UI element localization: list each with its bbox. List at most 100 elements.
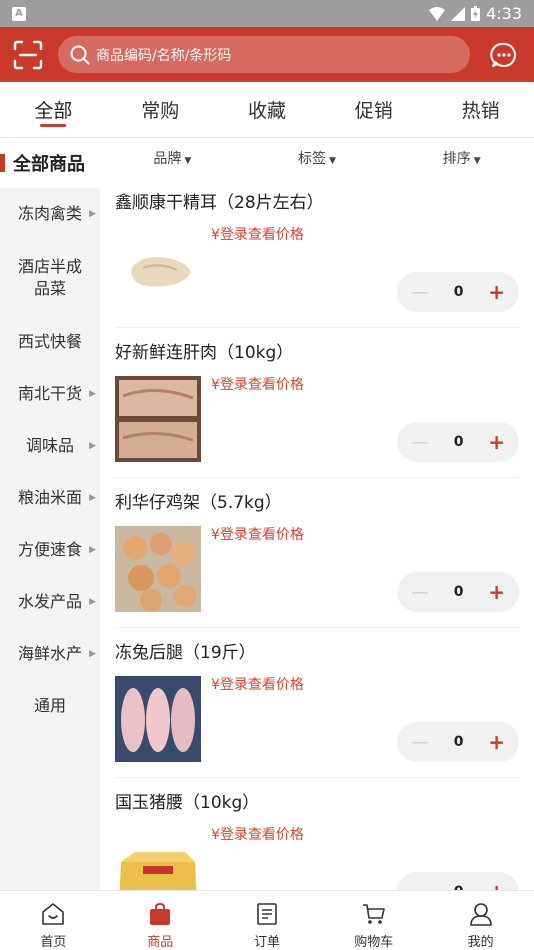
nav-cart[interactable]: 购物车 [320, 891, 427, 950]
quantity-value: 0 [453, 434, 464, 450]
quantity-stepper: — 0 + [397, 272, 519, 312]
decrease-button[interactable]: — [411, 432, 429, 453]
chevron-right-icon: ▶ [89, 441, 96, 451]
sidebar-item-label: 调味品 [25, 436, 74, 455]
bag-icon [150, 902, 171, 925]
caret-down-icon: ▼ [473, 156, 481, 166]
cart-icon [362, 904, 385, 924]
nav-products[interactable]: 商品 [107, 891, 214, 950]
decrease-button[interactable]: — [411, 732, 429, 753]
sidebar-title[interactable]: 全部商品 [0, 138, 100, 188]
product-name: 好新鲜连肝肉（10kg） [115, 343, 294, 363]
increase-button[interactable]: + [488, 430, 505, 454]
quantity-stepper: — 0 + [397, 722, 519, 762]
decrease-button[interactable]: — [411, 282, 429, 303]
quantity-stepper: — 0 + [397, 422, 519, 462]
tag-filter[interactable]: 标签 ▼ [245, 148, 390, 168]
product-price: ¥登录查看价格 [211, 227, 304, 243]
nav-label: 购物车 [354, 935, 394, 950]
nav-label: 订单 [253, 935, 280, 950]
tab-hot[interactable]: 热销 [427, 82, 534, 137]
sort-filter[interactable]: 排序 ▼ [389, 148, 534, 168]
wifi-icon [429, 6, 446, 21]
quantity-value: 0 [453, 734, 464, 750]
tab-promotion[interactable]: 促销 [320, 82, 427, 137]
signal-icon [451, 6, 466, 21]
product-name: 鑫顺康干精耳（28片左右） [115, 193, 324, 213]
nav-profile[interactable]: 我的 [427, 891, 534, 950]
category-tabs: 全部 常购 收藏 促销 热销 [0, 82, 534, 138]
chevron-right-icon: ▶ [89, 597, 96, 607]
product-price: ¥登录查看价格 [211, 677, 304, 693]
search-icon [70, 45, 90, 64]
sidebar-item-label: 酒店半成品菜 [17, 257, 82, 298]
scan-icon[interactable] [12, 39, 44, 71]
brand-filter[interactable]: 品牌 ▼ [100, 148, 245, 168]
decrease-button[interactable]: — [411, 582, 429, 603]
nav-home[interactable]: 首页 [0, 891, 107, 950]
tab-all[interactable]: 全部 [0, 82, 107, 137]
sidebar-item-soaked-products[interactable]: 水发产品 ▶ [0, 576, 100, 628]
product-image [115, 376, 201, 462]
sidebar-item-instant-food[interactable]: 方便速食 ▶ [0, 524, 100, 576]
nav-label: 首页 [40, 935, 67, 950]
chevron-right-icon: ▶ [89, 389, 96, 399]
sidebar-item-label: 通用 [33, 696, 66, 715]
sidebar-item-seasoning[interactable]: 调味品 ▶ [0, 420, 100, 472]
increase-button[interactable]: + [488, 280, 505, 304]
message-icon[interactable] [490, 41, 518, 69]
sidebar-item-hotel-dishes[interactable]: 酒店半成品菜 [0, 240, 100, 316]
order-icon [257, 903, 277, 925]
product-item[interactable]: 鑫顺康干精耳（28片左右） ¥登录查看价格 — 0 + [115, 178, 519, 328]
user-icon [469, 903, 492, 926]
nav-label: 我的 [467, 935, 494, 950]
product-price: ¥登录查看价格 [211, 377, 304, 393]
sidebar-item-fast-food[interactable]: 西式快餐 [0, 316, 100, 368]
sidebar-item-label: 粮油米面 [17, 488, 82, 507]
quantity-value: 0 [453, 284, 464, 300]
chevron-right-icon: ▶ [89, 649, 96, 659]
chevron-right-icon: ▶ [89, 545, 96, 555]
decrease-button[interactable]: — [411, 882, 429, 891]
product-name: 冻兔后腿（19斤） [115, 643, 256, 663]
increase-button[interactable]: + [488, 880, 505, 890]
product-image [115, 226, 201, 312]
product-item[interactable]: 国玉猪腰（10kg） ¥登录查看价格 — 0 + [115, 778, 519, 890]
sidebar-item-frozen-meat[interactable]: 冻肉禽类 ▶ [0, 188, 100, 240]
search-placeholder: 商品编码/名称/条形码 [96, 47, 232, 64]
app-header: 商品编码/名称/条形码 [0, 27, 534, 82]
chevron-right-icon: ▶ [89, 493, 96, 503]
sidebar-item-label: 海鲜水产 [17, 644, 82, 663]
product-item[interactable]: 冻兔后腿（19斤） ¥登录查看价格 — 0 + [115, 628, 519, 778]
caret-down-icon: ▼ [329, 156, 336, 166]
sidebar-item-grain-oil[interactable]: 粮油米面 ▶ [0, 472, 100, 524]
search-bar[interactable]: 商品编码/名称/条形码 [58, 36, 470, 73]
product-item[interactable]: 好新鲜连肝肉（10kg） ¥登录查看价格 — 0 + [115, 328, 519, 478]
app-notification-icon: A [12, 6, 26, 21]
filter-bar: 品牌 ▼ 标签 ▼ 排序 ▼ [100, 138, 534, 178]
product-image [115, 526, 201, 612]
product-name: 国玉猪腰（10kg） [115, 793, 260, 813]
battery-icon [471, 6, 481, 21]
sidebar-item-general[interactable]: 通用 [0, 680, 100, 732]
product-item[interactable]: 利华仔鸡架（5.7kg） ¥登录查看价格 — 0 + [115, 478, 519, 628]
bottom-nav: 首页 商品 订单 购物车 我的 [0, 890, 534, 950]
sidebar-item-label: 水发产品 [17, 592, 82, 611]
product-list: 鑫顺康干精耳（28片左右） ¥登录查看价格 — 0 + 好新鲜连肝肉（10kg）… [100, 178, 534, 890]
nav-orders[interactable]: 订单 [214, 891, 321, 950]
sidebar-item-dry-goods[interactable]: 南北干货 ▶ [0, 368, 100, 420]
chevron-right-icon: ▶ [89, 209, 96, 219]
tab-favorites[interactable]: 收藏 [214, 82, 321, 137]
clock: 4:33 [486, 4, 522, 23]
product-name: 利华仔鸡架（5.7kg） [115, 493, 282, 513]
category-sidebar: 全部商品 冻肉禽类 ▶ 酒店半成品菜 西式快餐 南北干货 ▶ 调味品 ▶ 粮油米面 ▶ … [0, 138, 100, 890]
product-price: ¥登录查看价格 [211, 527, 304, 543]
status-bar: A 4:33 [0, 0, 534, 27]
sidebar-item-seafood[interactable]: 海鲜水产 ▶ [0, 628, 100, 680]
increase-button[interactable]: + [488, 730, 505, 754]
quantity-stepper: — 0 + [397, 872, 519, 890]
nav-label: 商品 [147, 935, 174, 950]
increase-button[interactable]: + [488, 580, 505, 604]
sidebar-item-label: 冻肉禽类 [17, 204, 82, 223]
tab-frequent[interactable]: 常购 [107, 82, 214, 137]
